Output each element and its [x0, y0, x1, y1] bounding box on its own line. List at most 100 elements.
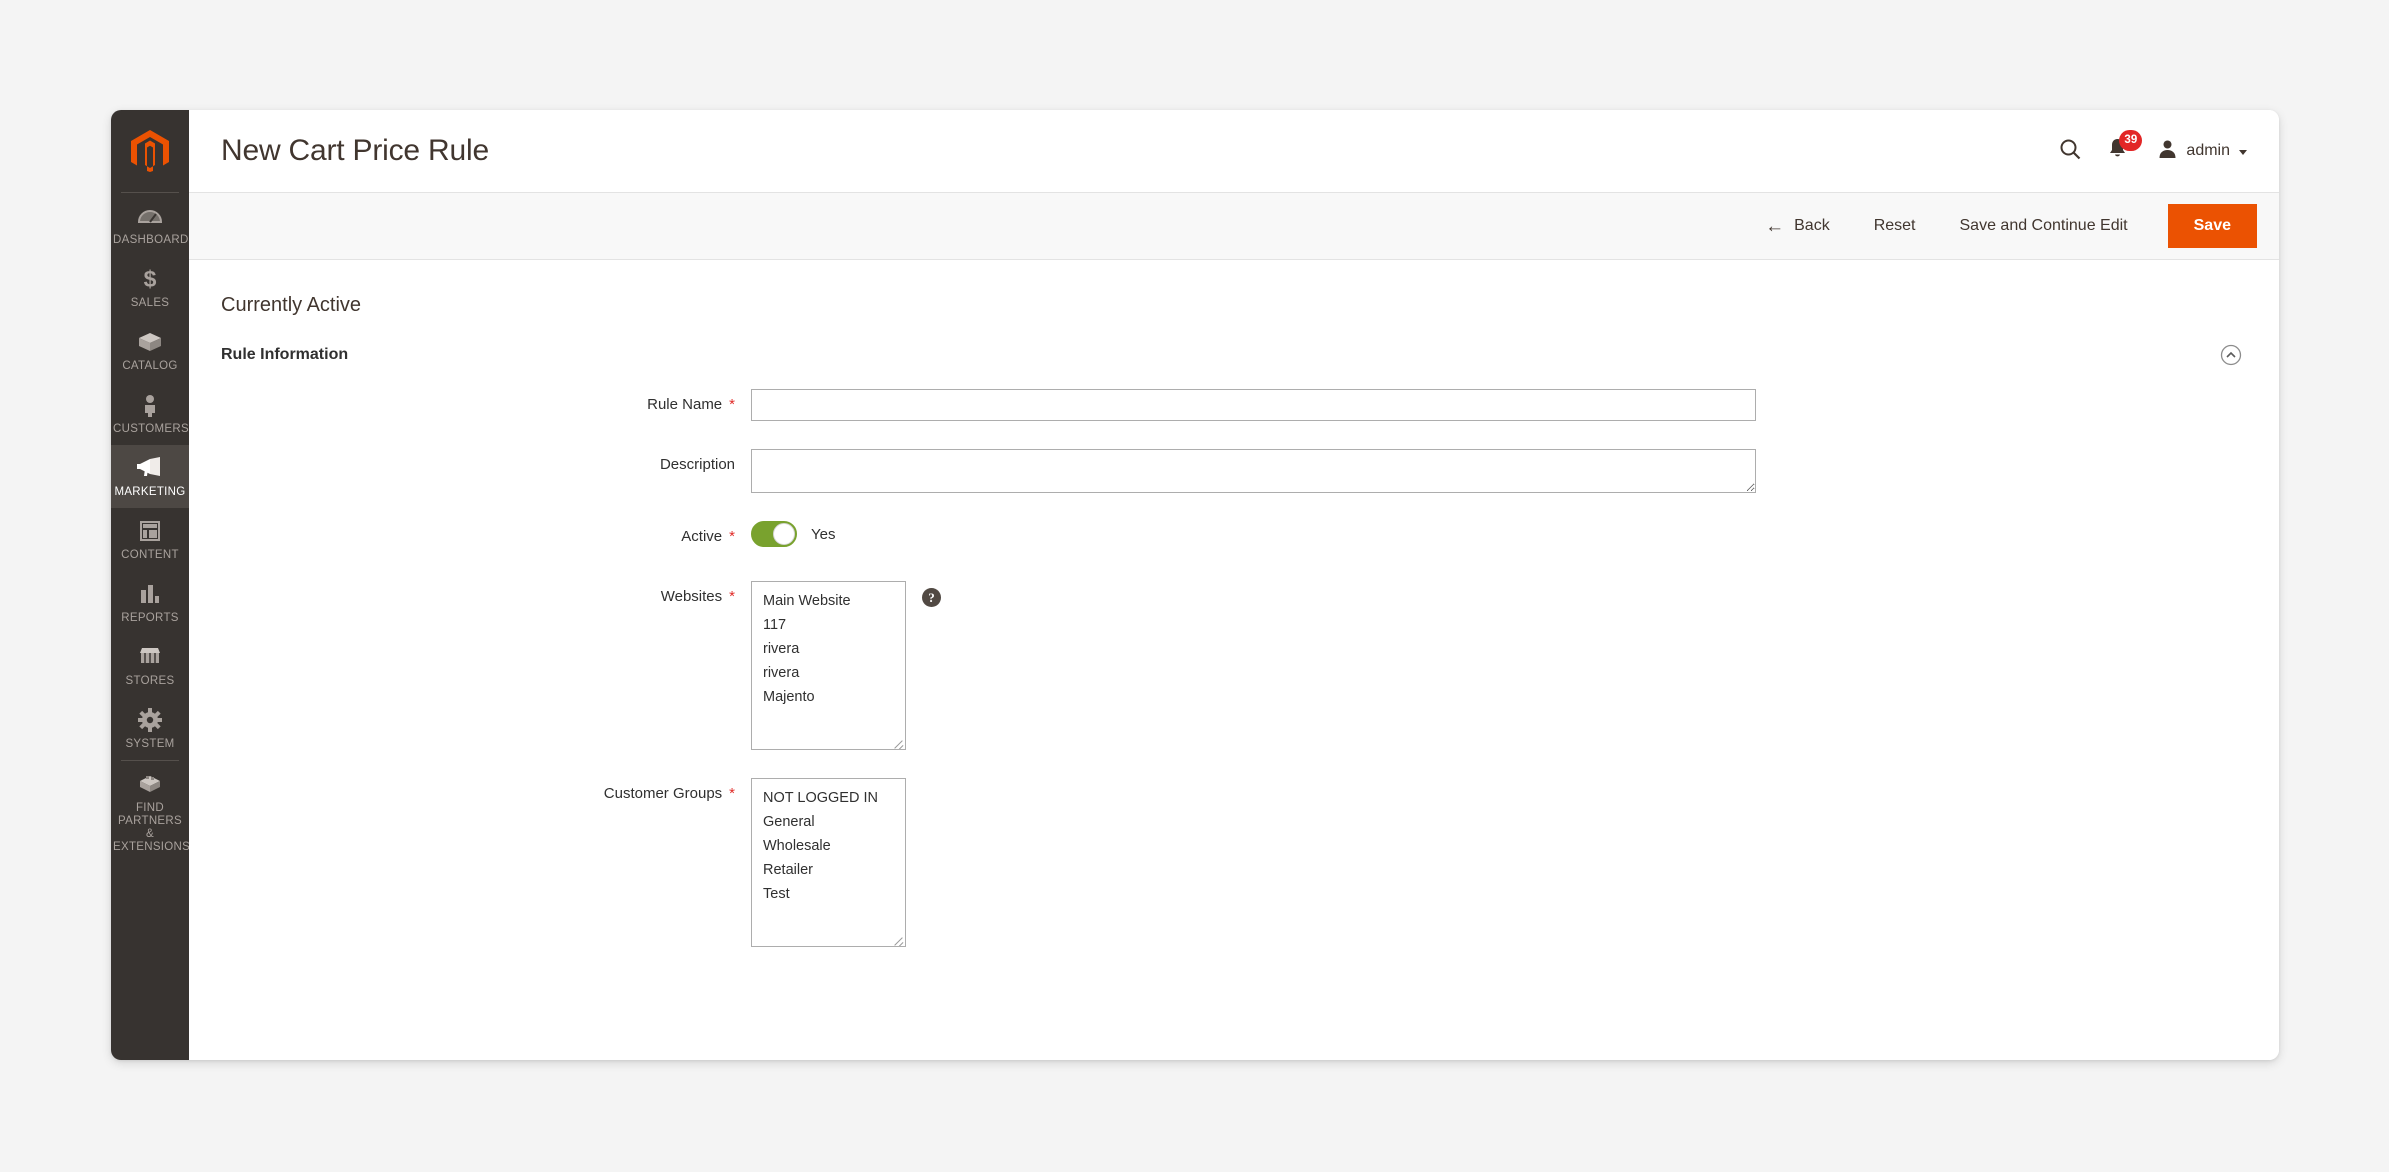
field-row-description: Description: [221, 449, 2243, 494]
sidebar-item-catalog[interactable]: CATALOG: [111, 319, 189, 382]
notifications-button[interactable]: 39: [2107, 129, 2143, 165]
gear-icon: [113, 708, 187, 734]
rule-name-label: Rule Name *: [221, 389, 751, 421]
page-header: New Cart Price Rule 39 admin: [189, 110, 2279, 192]
magento-logo-icon: [131, 130, 169, 172]
required-asterisk: *: [729, 396, 735, 414]
websites-label: Websites *: [221, 581, 751, 613]
customer-groups-label-text: Customer Groups: [603, 785, 723, 803]
rule-form: Currently Active Rule Information Rule N…: [189, 260, 2279, 948]
resize-handle-icon: [892, 736, 904, 748]
toggle-knob: [773, 523, 795, 546]
person-icon: [113, 393, 187, 419]
description-label: Description: [221, 449, 751, 481]
customer-groups-multiselect[interactable]: NOT LOGGED IN General Wholesale Retailer…: [751, 778, 906, 948]
reset-button[interactable]: Reset: [1852, 207, 1938, 245]
chevron-down-icon: [2239, 149, 2247, 155]
active-toggle-state-label: Yes: [811, 525, 836, 543]
sidebar-item-customers[interactable]: CUSTOMERS: [111, 382, 189, 445]
page-title: New Cart Price Rule: [221, 134, 489, 167]
field-row-websites: Websites * Main Website 117 rivera rivera…: [221, 581, 2243, 751]
sidebar-item-label: SYSTEM: [125, 738, 175, 750]
dollar-icon: $: [113, 267, 187, 293]
sidebar-item-label: FIND PARTNERS & EXTENSIONS: [113, 802, 191, 853]
global-search-button[interactable]: [2059, 138, 2081, 165]
sidebar-item-label: CATALOG: [122, 360, 178, 372]
dashboard-icon: [113, 204, 187, 230]
question-mark-icon[interactable]: ?: [922, 588, 941, 608]
bar-chart-icon: [113, 582, 187, 608]
rule-name-field-wrap: [751, 389, 1756, 421]
required-asterisk: *: [729, 785, 735, 803]
box-icon: [113, 330, 187, 356]
user-avatar-icon: [2158, 139, 2177, 164]
required-asterisk: *: [729, 588, 735, 606]
sidebar-item-marketing[interactable]: MARKETING: [111, 445, 189, 508]
customer-groups-option[interactable]: Wholesale: [752, 834, 905, 858]
required-asterisk: *: [729, 528, 735, 546]
rule-name-input[interactable]: [751, 389, 1756, 421]
header-actions: 39 admin: [2059, 129, 2247, 165]
admin-username: admin: [2186, 142, 2230, 159]
notifications-count-badge: 39: [2119, 129, 2143, 151]
active-toggle[interactable]: [751, 521, 797, 548]
sidebar-item-sales[interactable]: $ SALES: [111, 256, 189, 319]
sidebar-item-system[interactable]: SYSTEM: [111, 697, 189, 760]
sidebar-item-label: REPORTS: [121, 612, 179, 624]
websites-option[interactable]: rivera: [752, 661, 905, 685]
svg-text:$: $: [144, 267, 157, 291]
save-button[interactable]: Save: [2167, 204, 2257, 248]
sidebar-item-find-partners-extensions[interactable]: FIND PARTNERS & EXTENSIONS: [111, 761, 191, 863]
customer-groups-label: Customer Groups *: [221, 778, 751, 810]
description-field-wrap: [751, 449, 1756, 494]
sidebar-item-label: CONTENT: [121, 549, 179, 561]
sidebar-item-dashboard[interactable]: DASHBOARD: [111, 193, 189, 256]
save-and-continue-edit-button[interactable]: Save and Continue Edit: [1938, 207, 2150, 245]
main-content-area: New Cart Price Rule 39 admin ← Back Rese…: [189, 110, 2279, 1060]
search-icon: [2059, 138, 2081, 165]
websites-multiselect[interactable]: Main Website 117 rivera rivera Majento: [751, 581, 906, 751]
main-sidebar: DASHBOARD $ SALES CATALOG CUSTOMERS MARK…: [111, 110, 191, 1060]
customer-groups-option[interactable]: Test: [752, 882, 905, 906]
description-label-text: Description: [659, 456, 735, 474]
field-row-rule-name: Rule Name *: [221, 389, 2243, 421]
sidebar-item-reports[interactable]: REPORTS: [111, 571, 189, 634]
currently-active-heading: Currently Active: [221, 294, 362, 316]
field-row-customer-groups: Customer Groups * NOT LOGGED IN General W…: [221, 778, 2243, 948]
section-title: Rule Information: [221, 346, 349, 363]
extension-box-icon: [113, 772, 187, 798]
save-button-label: Save: [2193, 217, 2231, 234]
rule-name-label-text: Rule Name: [647, 396, 723, 413]
sidebar-item-label: MARKETING: [114, 486, 186, 498]
active-label-text: Active: [681, 528, 723, 546]
chevron-up-circle-icon[interactable]: [2219, 343, 2243, 367]
websites-option[interactable]: Majento: [752, 685, 905, 709]
layout-icon: [113, 519, 187, 545]
customer-groups-field-wrap: NOT LOGGED IN General Wholesale Retailer…: [751, 778, 906, 948]
arrow-left-icon: ←: [1765, 215, 1785, 237]
field-row-active: Active * Yes: [221, 521, 2243, 553]
admin-menu-button[interactable]: admin: [2158, 139, 2247, 164]
active-field-wrap: Yes: [751, 521, 836, 548]
admin-page-card: DASHBOARD $ SALES CATALOG CUSTOMERS MARK…: [111, 110, 2279, 1060]
active-label: Active *: [221, 521, 751, 553]
sidebar-item-stores[interactable]: STORES: [111, 634, 189, 697]
customer-groups-option[interactable]: General: [752, 810, 905, 834]
websites-option[interactable]: 117: [752, 613, 905, 637]
sidebar-item-label: CUSTOMERS: [113, 423, 189, 435]
sidebar-item-label: DASHBOARD: [113, 234, 189, 246]
websites-label-text: Websites: [660, 588, 723, 606]
active-toggle-wrap: Yes: [751, 521, 836, 548]
magento-logo[interactable]: [111, 110, 189, 192]
customer-groups-option[interactable]: NOT LOGGED IN: [752, 786, 905, 810]
back-button-label: Back: [1794, 217, 1830, 234]
sidebar-item-content[interactable]: CONTENT: [111, 508, 189, 571]
websites-field-wrap: Main Website 117 rivera rivera Majento ?: [751, 581, 941, 751]
back-button[interactable]: ← Back: [1743, 207, 1852, 246]
websites-option[interactable]: Main Website: [752, 589, 905, 613]
megaphone-icon: [113, 456, 187, 482]
customer-groups-option[interactable]: Retailer: [752, 858, 905, 882]
sidebar-item-label: SALES: [130, 297, 170, 309]
description-textarea[interactable]: [751, 449, 1756, 494]
websites-option[interactable]: rivera: [752, 637, 905, 661]
